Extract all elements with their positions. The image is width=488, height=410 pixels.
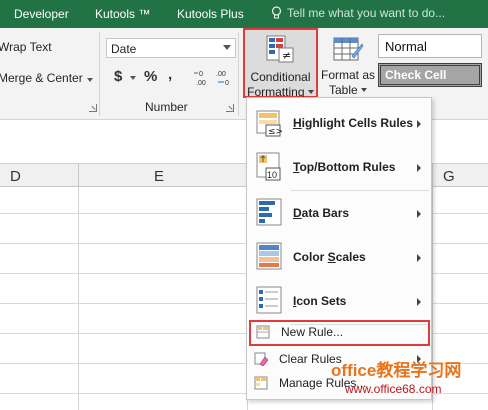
svg-text:0: 0 (225, 80, 229, 87)
group-separator (99, 32, 100, 116)
format-as-table-icon (333, 37, 364, 61)
tab-developer[interactable]: Developer (14, 7, 69, 21)
column-divider (78, 163, 79, 187)
tell-me-text: Tell me what you want to do... (287, 6, 446, 20)
percent-button[interactable]: % (144, 68, 157, 85)
wrap-text-button[interactable]: Wrap Text (0, 40, 52, 54)
eraser-icon (254, 352, 268, 366)
new-rule-icon (256, 325, 270, 339)
conditional-formatting-menu: ≤> Highlight Cells Rules 10 Top/Bottom R… (246, 97, 432, 400)
conditional-formatting-button[interactable]: ≠ Conditional Formatting (243, 28, 318, 100)
menu-item-data-bars[interactable]: Data Bars (247, 196, 431, 232)
menu-item-icon-sets[interactable]: Icon Sets (247, 284, 431, 320)
currency-button[interactable]: $ (114, 68, 122, 85)
chevron-down-icon (223, 45, 231, 50)
lightbulb-icon (271, 6, 282, 19)
number-launcher-icon[interactable] (226, 104, 234, 112)
data-bars-icon (256, 198, 282, 226)
chevron-down-icon (361, 88, 368, 92)
conditional-formatting-icon: ≠ (266, 35, 294, 63)
increase-decimal-icon[interactable]: 0 .00 (193, 68, 211, 88)
icon-sets-icon (256, 286, 282, 314)
cell-style-check-cell-label: Check Cell (385, 68, 447, 82)
menu-item-highlight-cells-rules[interactable]: ≤> Highlight Cells Rules (247, 106, 431, 142)
currency-dropdown-icon[interactable] (130, 76, 136, 80)
ribbon-tab-bar: Developer Kutools ™ Kutools Plus Tell me… (0, 0, 488, 28)
menu-item-new-rule[interactable]: New Rule... (249, 320, 430, 346)
watermark-title: office教程学习网 (331, 361, 462, 380)
svg-text:≤>: ≤> (268, 127, 283, 137)
svg-text:.00: .00 (216, 71, 226, 78)
menu-item-label: Highlight Cells Rules (293, 116, 414, 130)
format-as-table-label: Format as Table (320, 68, 375, 97)
cell-style-check-cell[interactable]: Check Cell (378, 63, 482, 87)
gridline (78, 187, 79, 410)
comma-icon: , (168, 66, 173, 83)
tab-kutools-plus[interactable]: Kutools Plus (177, 7, 244, 21)
column-header-e[interactable]: E (154, 168, 164, 185)
submenu-arrow-icon (417, 254, 421, 262)
svg-text:10: 10 (267, 170, 277, 180)
wrap-text-label: Wrap Text (0, 40, 52, 54)
number-group-label: Number (145, 100, 188, 114)
svg-text:0: 0 (199, 71, 203, 78)
watermark: office教程学习网 www.office68.com (331, 356, 481, 402)
tell-me-box[interactable]: Tell me what you want to do... (270, 6, 445, 20)
highlight-cells-icon: ≤> (256, 110, 283, 137)
menu-item-top-bottom-rules[interactable]: 10 Top/Bottom Rules (247, 150, 431, 186)
menu-separator (291, 190, 429, 191)
format-as-table-button[interactable]: Format as Table (320, 32, 376, 98)
cell-style-normal[interactable]: Normal (378, 34, 482, 58)
alignment-launcher-icon[interactable] (89, 104, 97, 112)
conditional-formatting-label: Conditional Formatting (245, 70, 316, 100)
top-bottom-icon: 10 (256, 152, 281, 181)
number-format-value: Date (111, 42, 137, 56)
tab-kutools[interactable]: Kutools ™ (95, 7, 150, 21)
merge-center-button[interactable]: Merge & Center (0, 71, 83, 85)
menu-item-label: Color Scales (293, 250, 366, 264)
percent-icon: % (144, 68, 158, 85)
submenu-arrow-icon (417, 120, 421, 128)
menu-item-color-scales[interactable]: Color Scales (247, 240, 431, 276)
submenu-arrow-icon (417, 164, 421, 172)
chevron-down-icon (307, 90, 314, 94)
menu-item-label: New Rule... (281, 325, 344, 339)
merge-center-dropdown-icon[interactable] (87, 78, 93, 82)
menu-item-label: Icon Sets (293, 294, 347, 308)
decrease-decimal-icon[interactable]: .00 0 (214, 68, 232, 88)
menu-item-label: Top/Bottom Rules (293, 160, 396, 174)
number-format-select[interactable]: Date (106, 38, 236, 58)
svg-text:.00: .00 (196, 80, 206, 87)
column-header-g[interactable]: G (443, 168, 455, 185)
comma-button[interactable]: , (168, 66, 172, 83)
svg-text:≠: ≠ (282, 49, 291, 62)
cell-style-normal-label: Normal (385, 39, 427, 54)
submenu-arrow-icon (417, 298, 421, 306)
watermark-url: www.office68.com (345, 382, 442, 396)
manage-rules-icon (254, 376, 268, 390)
merge-center-label: Merge & Center (0, 71, 83, 85)
column-header-d[interactable]: D (10, 168, 21, 185)
group-separator (238, 32, 239, 116)
color-scales-icon (256, 242, 282, 270)
menu-item-label: Data Bars (293, 206, 350, 220)
currency-icon: $ (114, 68, 123, 85)
submenu-arrow-icon (417, 210, 421, 218)
